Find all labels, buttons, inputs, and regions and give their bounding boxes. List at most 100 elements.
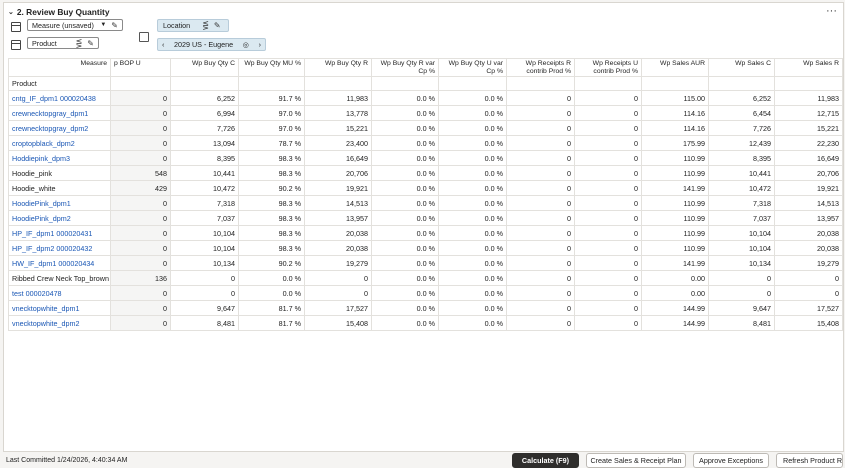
column-header[interactable]: Wp Receipts R contrib Prod % [506, 58, 575, 77]
table-cell[interactable]: 81.7 % [238, 300, 305, 316]
section-header[interactable]: ⌄ 2. Review Buy Quantity [8, 7, 110, 17]
table-cell[interactable]: 6,994 [170, 105, 239, 121]
table-cell[interactable]: 0 [506, 135, 575, 151]
table-cell[interactable]: 14,513 [774, 195, 843, 211]
column-header[interactable]: Wp Sales C [708, 58, 775, 77]
table-cell[interactable]: 0 [110, 90, 171, 106]
table-cell[interactable]: 20,038 [304, 225, 372, 241]
chevron-left-icon[interactable]: ‹ [162, 40, 164, 49]
table-cell[interactable]: 90.2 % [238, 180, 305, 196]
table-cell[interactable]: 15,221 [774, 120, 843, 136]
table-cell[interactable]: 0.0 % [371, 105, 439, 121]
table-cell[interactable]: 0 [574, 90, 642, 106]
table-cell[interactable]: 0.0 % [438, 165, 507, 181]
product-link[interactable]: HP_IF_dpm1 000020431 [12, 229, 92, 238]
table-cell[interactable]: 0.0 % [371, 165, 439, 181]
table-cell[interactable]: 12,439 [708, 135, 775, 151]
table-cell[interactable]: 0 [574, 105, 642, 121]
table-cell[interactable]: 0 [506, 150, 575, 166]
table-cell[interactable]: 8,395 [170, 150, 239, 166]
table-cell[interactable]: 0 [506, 300, 575, 316]
table-cell[interactable]: 0.0 % [371, 300, 439, 316]
table-cell[interactable]: 0 [574, 135, 642, 151]
table-cell[interactable]: 0.0 % [238, 270, 305, 286]
table-cell[interactable]: 0.0 % [371, 240, 439, 256]
table-cell[interactable]: 10,441 [708, 165, 775, 181]
table-cell[interactable]: 0.00 [641, 270, 709, 286]
table-cell[interactable]: 10,104 [708, 240, 775, 256]
table-cell[interactable]: 0 [506, 195, 575, 211]
table-cell[interactable]: 0 [574, 195, 642, 211]
table-cell[interactable]: 6,454 [708, 105, 775, 121]
table-cell[interactable]: 16,649 [774, 150, 843, 166]
table-cell[interactable]: 144.99 [641, 315, 709, 331]
product-link[interactable]: HoodiePink_dpm1 [12, 199, 71, 208]
table-cell[interactable]: 0 [506, 315, 575, 331]
table-cell[interactable]: 98.3 % [238, 240, 305, 256]
table-cell[interactable]: 81.7 % [238, 315, 305, 331]
table-cell[interactable]: 0.0 % [438, 315, 507, 331]
refresh-product-button[interactable]: Refresh Product Ro [776, 453, 843, 468]
table-cell[interactable]: 10,134 [708, 255, 775, 271]
product-link[interactable]: HoodiePink_dpm2 [12, 214, 71, 223]
product-link[interactable]: vnecktopwhite_dpm1 [12, 304, 80, 313]
table-cell[interactable]: 13,957 [304, 210, 372, 226]
approve-exceptions-button[interactable]: Approve Exceptions [693, 453, 769, 468]
table-cell[interactable]: 7,037 [708, 210, 775, 226]
table-cell[interactable]: 15,408 [774, 315, 843, 331]
table-cell[interactable]: 0 [574, 300, 642, 316]
table-cell[interactable]: 0 [110, 120, 171, 136]
table-cell[interactable]: 20,038 [304, 240, 372, 256]
table-cell[interactable]: 0.0 % [438, 270, 507, 286]
table-cell[interactable]: 0.0 % [371, 315, 439, 331]
table-cell[interactable]: 10,104 [170, 240, 239, 256]
location-dimension[interactable]: Location ⋚ ✎ [157, 19, 229, 32]
table-cell[interactable]: 0 [506, 285, 575, 301]
table-cell[interactable]: 14,513 [304, 195, 372, 211]
table-cell[interactable]: 0 [574, 255, 642, 271]
table-cell[interactable]: 0.0 % [371, 255, 439, 271]
table-cell[interactable]: 141.99 [641, 255, 709, 271]
column-header[interactable]: Wp Receipts U contrib Prod % [574, 58, 642, 77]
target-icon[interactable]: ◎ [243, 40, 249, 49]
table-cell[interactable]: 0 [574, 120, 642, 136]
table-cell[interactable]: 0 [506, 225, 575, 241]
table-cell[interactable]: 0 [110, 150, 171, 166]
table-cell[interactable]: 0 [774, 285, 843, 301]
table-cell[interactable]: 13,778 [304, 105, 372, 121]
table-cell[interactable]: 0 [506, 270, 575, 286]
table-cell[interactable]: 110.99 [641, 210, 709, 226]
table-cell[interactable]: 0 [170, 270, 239, 286]
table-cell[interactable]: 0.00 [641, 285, 709, 301]
table-cell[interactable]: 10,104 [170, 225, 239, 241]
table-cell[interactable]: 10,104 [708, 225, 775, 241]
table-cell[interactable]: 8,481 [170, 315, 239, 331]
product-link[interactable]: Hoddiepink_dpm3 [12, 154, 70, 163]
table-cell[interactable]: 0 [110, 255, 171, 271]
table-cell[interactable]: 8,481 [708, 315, 775, 331]
table-cell[interactable]: 0.0 % [371, 135, 439, 151]
table-cell[interactable]: 0 [304, 285, 372, 301]
pencil-icon[interactable]: ✎ [214, 21, 221, 30]
table-cell[interactable]: 10,134 [170, 255, 239, 271]
column-header[interactable]: Wp Sales R [774, 58, 843, 77]
table-cell[interactable]: 429 [110, 180, 171, 196]
table-cell[interactable]: 19,921 [774, 180, 843, 196]
table-cell[interactable]: 0 [574, 315, 642, 331]
table-cell[interactable]: 0.0 % [438, 300, 507, 316]
table-cell[interactable]: 98.3 % [238, 210, 305, 226]
table-cell[interactable]: 0 [506, 210, 575, 226]
table-cell[interactable]: 0 [574, 150, 642, 166]
layout-columns-icon[interactable] [11, 40, 21, 50]
table-cell[interactable]: 7,726 [708, 120, 775, 136]
column-header[interactable]: Wp Buy Qty C [170, 58, 239, 77]
table-cell[interactable]: 11,983 [304, 90, 372, 106]
table-cell[interactable]: 0.0 % [371, 210, 439, 226]
chevron-right-icon[interactable]: › [259, 40, 261, 49]
table-cell[interactable]: 0 [506, 165, 575, 181]
table-cell[interactable]: 0 [574, 180, 642, 196]
table-cell[interactable]: 91.7 % [238, 90, 305, 106]
table-cell[interactable]: 0 [506, 255, 575, 271]
table-cell[interactable]: 97.0 % [238, 105, 305, 121]
table-cell[interactable]: 22,230 [774, 135, 843, 151]
